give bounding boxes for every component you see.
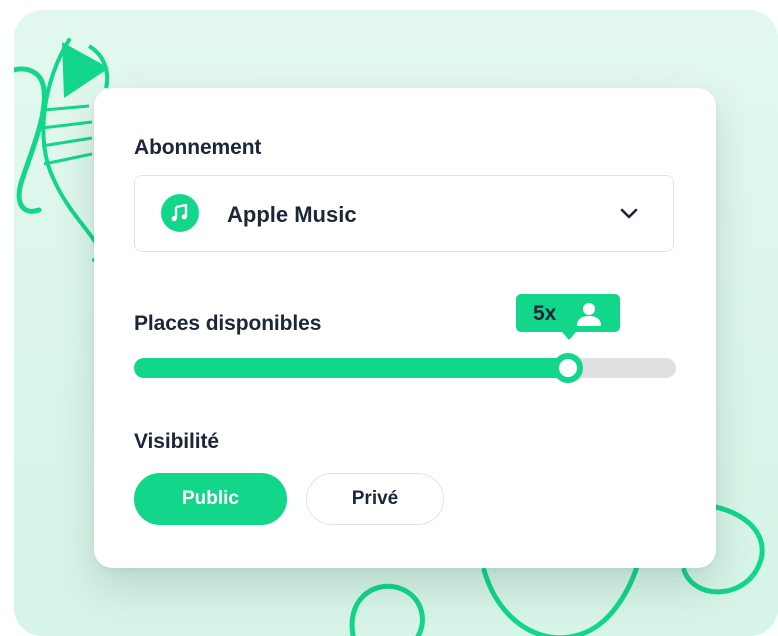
settings-card: Abonnement Apple Music Places disponible… [94, 88, 716, 568]
subscription-select[interactable]: Apple Music [134, 175, 674, 252]
seats-count-badge: 5x [516, 294, 620, 340]
decorative-hatch-4 [43, 152, 93, 166]
chevron-down-icon[interactable] [619, 206, 639, 225]
music-note-icon [161, 194, 199, 232]
slider-thumb[interactable] [552, 353, 583, 383]
person-icon [575, 301, 603, 332]
decorative-hatch-2 [41, 120, 93, 130]
decorative-hatch-3 [41, 136, 93, 148]
seats-slider[interactable] [134, 353, 676, 383]
visibility-public-button[interactable]: Public [134, 473, 287, 525]
subscription-selected-value: Apple Music [227, 202, 357, 227]
visibility-label: Visibilité [134, 430, 219, 453]
decorative-loop-bottom-center [349, 583, 425, 636]
subscription-label: Abonnement [134, 136, 262, 159]
background-panel: Abonnement Apple Music Places disponible… [14, 10, 778, 636]
slider-fill [134, 358, 568, 378]
decorative-hatch-1 [43, 104, 90, 112]
visibility-private-button[interactable]: Privé [306, 473, 444, 525]
seats-count: 5x [533, 302, 557, 325]
decorative-swirl-top-left [14, 66, 47, 214]
seats-label: Places disponibles [134, 312, 322, 335]
